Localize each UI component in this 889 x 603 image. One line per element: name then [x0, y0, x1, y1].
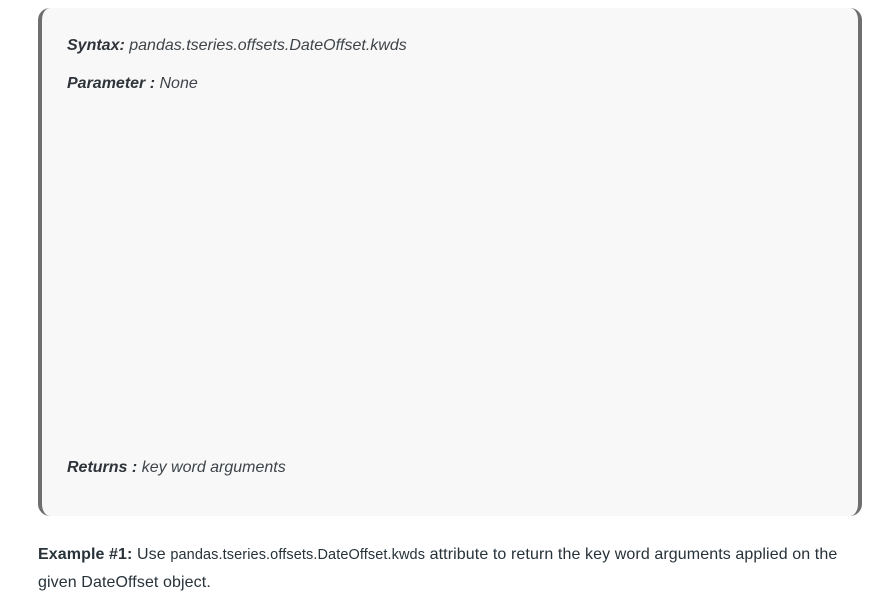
example-code: pandas.tseries.offsets.DateOffset.kwds	[170, 547, 426, 563]
example-paragraph: Example #1: Use pandas.tseries.offsets.D…	[38, 541, 858, 597]
syntax-blockquote: Syntax: pandas.tseries.offsets.DateOffse…	[38, 8, 862, 516]
syntax-label: Syntax:	[67, 37, 125, 54]
syntax-line: Syntax: pandas.tseries.offsets.DateOffse…	[67, 37, 407, 55]
parameter-line: Parameter : None	[67, 75, 198, 93]
example-text-before: Use	[137, 546, 166, 563]
returns-value: key word arguments	[141, 459, 286, 476]
parameter-value: None	[159, 75, 198, 92]
returns-line: Returns : key word arguments	[67, 459, 286, 477]
returns-label: Returns :	[67, 459, 138, 476]
example-label: Example #1:	[38, 546, 133, 563]
parameter-label: Parameter :	[67, 75, 156, 92]
syntax-value: pandas.tseries.offsets.DateOffset.kwds	[129, 37, 407, 54]
